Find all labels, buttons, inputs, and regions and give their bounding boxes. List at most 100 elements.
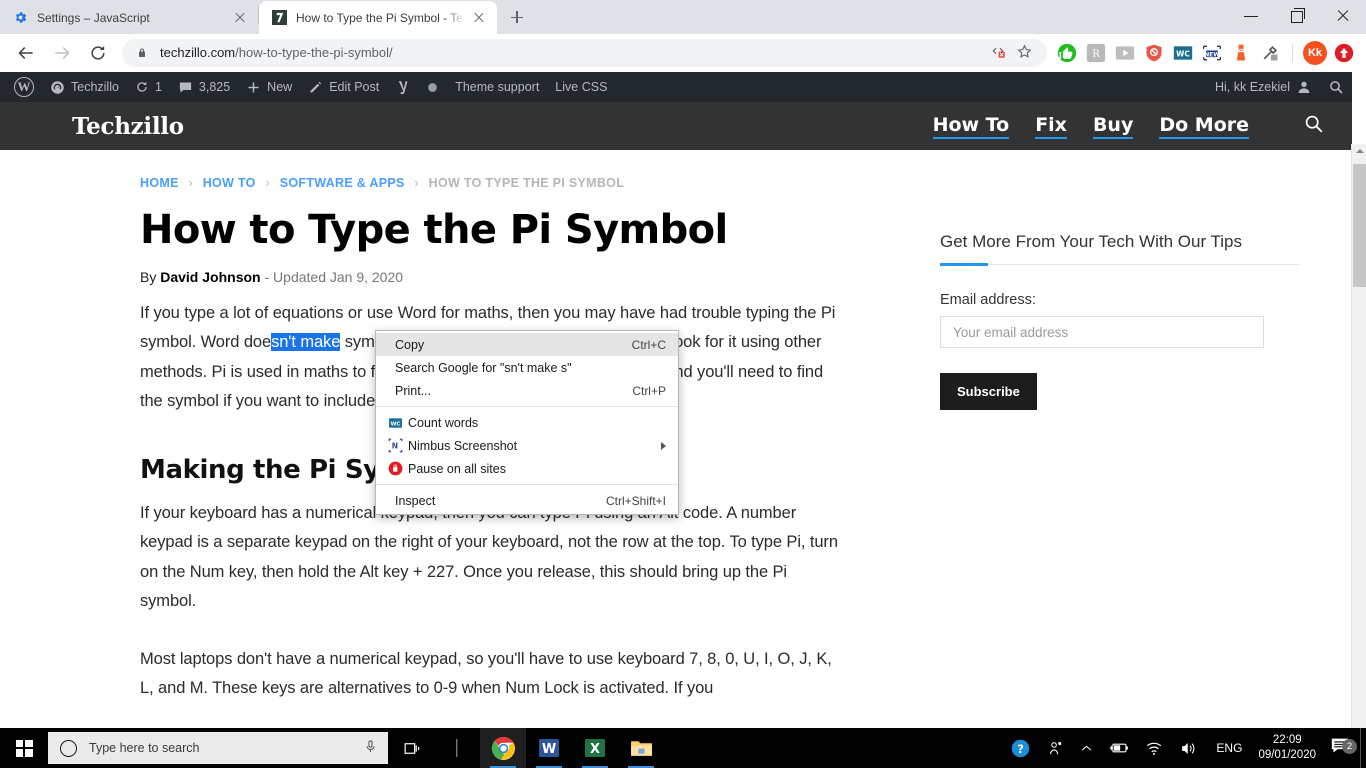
byline-dash: - <box>264 269 269 285</box>
taskbar-search-box[interactable]: Type here to search <box>48 732 388 764</box>
context-menu-item-count-words[interactable]: WC Count words <box>376 411 678 434</box>
toolbar-divider <box>1292 44 1293 62</box>
breadcrumb-home[interactable]: HOME <box>140 176 179 190</box>
language-indicator[interactable]: ENG <box>1206 741 1252 755</box>
help-icon[interactable]: ? <box>1002 728 1039 768</box>
tab-how-to-type-the-pi-symbol[interactable]: How to Type the Pi Symbol - Tech <box>259 1 497 34</box>
wpbar-item-seo-dot[interactable] <box>418 72 447 102</box>
notification-center-icon[interactable]: 2 <box>1326 737 1360 760</box>
wpbar-item-new[interactable]: New <box>238 72 300 102</box>
code-block-icon[interactable] <box>990 43 1006 62</box>
wpbar-item-yoast[interactable] <box>387 72 418 102</box>
page-scrollbar[interactable] <box>1351 144 1366 728</box>
scroll-up-arrow-icon[interactable] <box>1356 149 1364 153</box>
context-menu-item-print[interactable]: Print... Ctrl+P <box>376 379 678 402</box>
volume-icon[interactable] <box>1171 728 1206 768</box>
wpbar-item-theme-support[interactable]: Theme support <box>447 72 547 102</box>
email-input[interactable] <box>940 316 1264 348</box>
file-explorer-taskbar-icon[interactable] <box>618 728 664 768</box>
word-taskbar-icon[interactable]: W <box>526 728 572 768</box>
close-icon[interactable] <box>471 10 487 26</box>
video-play-icon[interactable] <box>1113 41 1137 65</box>
menu-item-shortcut: Ctrl+C <box>632 338 666 352</box>
start-button[interactable] <box>0 728 48 768</box>
tab-settings-javascript[interactable]: Settings – JavaScript <box>0 1 258 34</box>
breadcrumb-how-to[interactable]: HOW TO <box>203 176 256 190</box>
context-menu-item-inspect[interactable]: Inspect Ctrl+Shift+I <box>376 489 678 512</box>
svg-text:?: ? <box>1018 741 1025 755</box>
wc-word-count-icon[interactable]: WC <box>1171 41 1195 65</box>
eyedropper-icon[interactable] <box>1258 41 1282 65</box>
chevron-right-icon <box>661 442 666 450</box>
scrollbar-thumb[interactable] <box>1353 164 1366 287</box>
tab-strip: Settings – JavaScript How to Type the Pi… <box>0 0 1366 34</box>
nav-item-buy[interactable]: Buy <box>1093 114 1133 139</box>
address-bar[interactable]: techzillo.com/how-to-type-the-pi-symbol/ <box>122 39 1047 67</box>
close-window-button[interactable] <box>1320 0 1366 32</box>
subscribe-button[interactable]: Subscribe <box>940 373 1037 410</box>
people-icon[interactable] <box>1039 728 1072 768</box>
wpbar-item-site-name[interactable]: Techzillo <box>42 72 127 102</box>
new-tab-button[interactable] <box>503 3 531 31</box>
battery-icon[interactable] <box>1101 728 1137 768</box>
back-arrow-icon[interactable] <box>12 39 40 67</box>
site-search-icon[interactable] <box>1303 113 1324 139</box>
search-icon <box>1328 79 1344 95</box>
maximize-button[interactable] <box>1274 0 1320 32</box>
wpbar-item-comments[interactable]: 3,825 <box>170 72 238 102</box>
search-placeholder: Type here to search <box>89 741 199 755</box>
wordpress-admin-bar: W Techzillo 1 3,825 New <box>0 72 1352 102</box>
gear-icon <box>12 10 28 26</box>
breadcrumb-software-apps[interactable]: SOFTWARE & APPS <box>280 176 405 190</box>
author-name[interactable]: David Johnson <box>160 269 260 285</box>
reload-icon[interactable] <box>84 39 112 67</box>
wpbar-search-icon[interactable] <box>1320 72 1352 102</box>
context-menu-item-nimbus-screenshot[interactable]: N Nimbus Screenshot <box>376 434 678 457</box>
clock[interactable]: 22:09 09/01/2020 <box>1252 733 1326 763</box>
context-menu-item-copy[interactable]: Copy Ctrl+C <box>376 333 678 356</box>
wifi-icon[interactable] <box>1137 728 1171 768</box>
svg-text:WC: WC <box>1176 49 1190 58</box>
menu-item-label: Pause on all sites <box>408 462 506 476</box>
wpbar-item-updates[interactable]: 1 <box>127 72 170 102</box>
excel-taskbar-icon[interactable]: X <box>572 728 618 768</box>
sidebar-column: Get More From Your Tech With Our Tips Em… <box>880 150 1300 728</box>
chrome-menu-icon[interactable] <box>1332 41 1356 65</box>
context-menu: Copy Ctrl+C Search Google for "sn't make… <box>375 330 679 515</box>
chrome-taskbar-icon[interactable] <box>480 728 526 768</box>
page-viewport: W Techzillo 1 3,825 New <box>0 72 1366 728</box>
nav-item-how-to[interactable]: How To <box>933 114 1010 139</box>
wpbar-greeting[interactable]: Hi, kk Ezekiel <box>1207 72 1320 102</box>
green-thumb-icon[interactable] <box>1055 41 1079 65</box>
minimize-button[interactable] <box>1228 0 1274 32</box>
profile-avatar[interactable]: Kk <box>1303 41 1327 65</box>
context-menu-item-search-google[interactable]: Search Google for "sn't make s" <box>376 356 678 379</box>
nav-item-fix[interactable]: Fix <box>1035 114 1067 139</box>
wordpress-logo[interactable]: W <box>6 72 42 102</box>
lighthouse-icon[interactable] <box>1229 41 1253 65</box>
grey-script-icon[interactable]: R <box>1084 41 1108 65</box>
menu-item-label: Inspect <box>386 494 435 508</box>
menu-item-label: Count words <box>408 416 478 430</box>
context-menu-item-pause-on-all-sites[interactable]: Pause on all sites <box>376 457 678 480</box>
nimbus-new-icon[interactable]: NEW <box>1200 41 1224 65</box>
shield-block-icon[interactable] <box>1142 41 1166 65</box>
forward-arrow-icon[interactable] <box>48 39 76 67</box>
show-desktop-button[interactable] <box>1360 728 1366 768</box>
wpbar-item-live-css[interactable]: Live CSS <box>547 72 615 102</box>
microphone-icon[interactable] <box>363 739 378 757</box>
task-view-icon[interactable] <box>388 728 434 768</box>
svg-text:WC: WC <box>390 421 400 427</box>
wpbar-label: 3,825 <box>199 80 230 94</box>
newsletter-widget-title: Get More From Your Tech With Our Tips <box>940 232 1300 265</box>
nav-item-do-more[interactable]: Do More <box>1159 114 1249 139</box>
wpbar-item-edit-post[interactable]: Edit Post <box>300 72 387 102</box>
windows-start-icon <box>16 740 33 757</box>
screen: Settings – JavaScript How to Type the Pi… <box>0 0 1366 768</box>
show-hidden-icons-chevron[interactable] <box>1072 728 1101 768</box>
taskbar-divider <box>434 728 480 768</box>
bookmark-star-icon[interactable] <box>1016 43 1033 63</box>
wordpress-logo-icon: W <box>14 77 34 97</box>
site-logo[interactable]: Techzillo <box>72 113 184 140</box>
close-icon[interactable] <box>232 10 248 26</box>
